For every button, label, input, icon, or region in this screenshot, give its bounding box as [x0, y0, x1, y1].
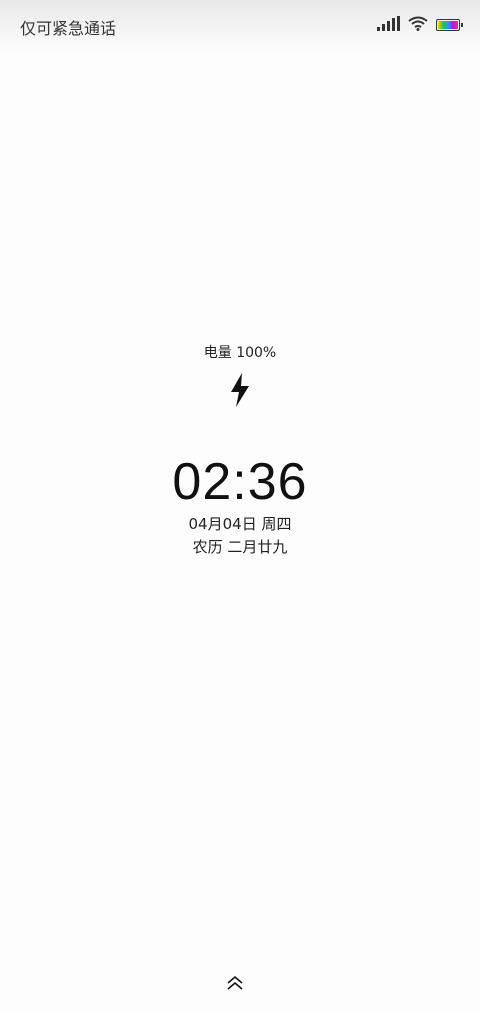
- lightning-bolt-icon: [231, 373, 249, 407]
- battery-charge-label: 电量 100%: [203, 345, 277, 361]
- double-chevron-up-icon[interactable]: [226, 974, 244, 992]
- battery-icon: [436, 19, 463, 31]
- lock-screen-clock: 02:36: [172, 453, 308, 511]
- status-icons: [377, 16, 463, 31]
- status-bar: 仅可紧急通话: [0, 0, 480, 52]
- battery-level-fill: [438, 21, 458, 29]
- lunar-date: 农历 二月廿九: [192, 538, 288, 556]
- wifi-icon: [408, 16, 428, 31]
- carrier-status-text: 仅可紧急通话: [20, 19, 117, 38]
- signal-icon: [377, 16, 400, 31]
- lock-screen-date: 04月04日 周四: [188, 515, 292, 533]
